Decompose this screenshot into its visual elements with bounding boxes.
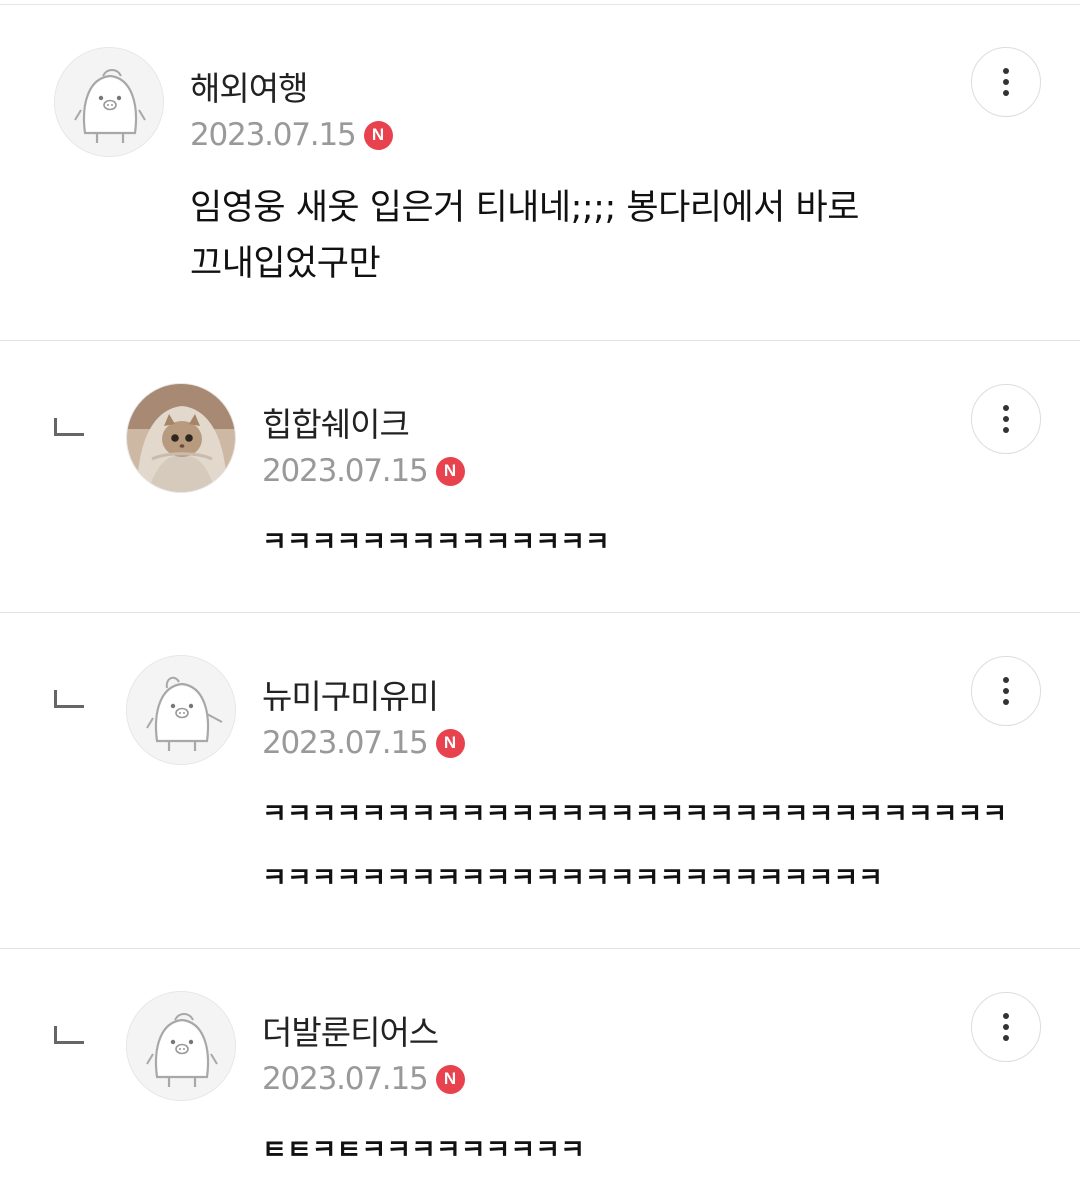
reply-arrow-icon	[54, 418, 84, 436]
more-dot-icon	[1003, 1035, 1009, 1041]
cat-photo	[127, 384, 235, 492]
date-row: 2023.07.15 N	[262, 453, 465, 489]
nickname[interactable]: 더발룬티어스	[262, 1006, 439, 1054]
more-dot-icon	[1003, 1024, 1009, 1030]
more-options-button[interactable]	[971, 384, 1041, 454]
new-badge: N	[435, 728, 465, 758]
comment-line: 임영웅 새옷 입은거 티내네;;;; 봉다리에서 바로	[190, 188, 859, 228]
nickname[interactable]: 뉴미구미유미	[262, 670, 439, 718]
comment-line: ㅋㅋㅋㅋㅋㅋㅋㅋㅋㅋㅋㅋㅋㅋ	[262, 527, 610, 558]
penguin-icon	[127, 656, 235, 764]
reply-item: 힙합쉐이크 2023.07.15 N ㅋㅋㅋㅋㅋㅋㅋㅋㅋㅋㅋㅋㅋㅋ	[0, 341, 1080, 613]
comment-line: 끄내입었구만	[190, 244, 381, 284]
more-dot-icon	[1003, 79, 1009, 85]
comment-date: 2023.07.15	[262, 453, 429, 489]
date-row: 2023.07.15 N	[262, 725, 465, 761]
more-dot-icon	[1003, 677, 1009, 683]
more-dot-icon	[1003, 688, 1009, 694]
date-row: 2023.07.15 N	[190, 117, 393, 153]
comment-date: 2023.07.15	[262, 1061, 429, 1097]
comment-line: ㅋㅋㅋㅋㅋㅋㅋㅋㅋㅋㅋㅋㅋㅋㅋㅋㅋㅋㅋㅋㅋㅋㅋㅋㅋ	[262, 863, 883, 894]
more-dot-icon	[1003, 68, 1009, 74]
more-dot-icon	[1003, 699, 1009, 705]
comment-line: ㅋㅋㅋㅋㅋㅋㅋㅋㅋㅋㅋㅋㅋㅋㅋㅋㅋㅋㅋㅋㅋㅋㅋㅋㅋㅋㅋㅋㅋㅋ	[262, 799, 1008, 830]
comment-text: 임영웅 새옷 입은거 티내네;;;; 봉다리에서 바로 끄내입었구만	[190, 180, 859, 292]
reply-item: 더발룬티어스 2023.07.15 N ㅌㅌㅋㅌㅋㅋㅋㅋㅋㅋㅋㅋㅋ	[0, 949, 1080, 1189]
new-badge: N	[435, 456, 465, 486]
more-options-button[interactable]	[971, 47, 1041, 117]
penguin-icon	[127, 992, 235, 1100]
penguin-icon	[55, 48, 163, 156]
comment-line: ㅌㅌㅋㅌㅋㅋㅋㅋㅋㅋㅋㅋㅋ	[262, 1135, 585, 1166]
more-dot-icon	[1003, 416, 1009, 422]
comment-thread: 해외여행 2023.07.15 N 임영웅 새옷 입은거 티내네;;;; 봉다리…	[0, 0, 1080, 1189]
comment-text: ㅋㅋㅋㅋㅋㅋㅋㅋㅋㅋㅋㅋㅋㅋㅋㅋㅋㅋㅋㅋㅋㅋㅋㅋㅋㅋㅋㅋㅋㅋ ㅋㅋㅋㅋㅋㅋㅋㅋㅋ…	[262, 783, 1007, 911]
avatar[interactable]	[126, 655, 236, 765]
more-dot-icon	[1003, 1013, 1009, 1019]
nickname[interactable]: 해외여행	[190, 62, 308, 110]
avatar[interactable]	[126, 383, 236, 493]
more-dot-icon	[1003, 405, 1009, 411]
more-dot-icon	[1003, 427, 1009, 433]
reply-item: 뉴미구미유미 2023.07.15 N ㅋㅋㅋㅋㅋㅋㅋㅋㅋㅋㅋㅋㅋㅋㅋㅋㅋㅋㅋㅋ…	[0, 613, 1080, 949]
reply-arrow-icon	[54, 1026, 84, 1044]
comment-item: 해외여행 2023.07.15 N 임영웅 새옷 입은거 티내네;;;; 봉다리…	[0, 0, 1080, 341]
new-badge: N	[363, 120, 393, 150]
new-badge: N	[435, 1064, 465, 1094]
more-options-button[interactable]	[971, 992, 1041, 1062]
comment-text: ㅋㅋㅋㅋㅋㅋㅋㅋㅋㅋㅋㅋㅋㅋ	[262, 511, 610, 575]
nickname[interactable]: 힙합쉐이크	[262, 398, 410, 446]
reply-arrow-icon	[54, 690, 84, 708]
date-row: 2023.07.15 N	[262, 1061, 465, 1097]
more-dot-icon	[1003, 90, 1009, 96]
avatar[interactable]	[126, 991, 236, 1101]
avatar[interactable]	[54, 47, 164, 157]
comment-text: ㅌㅌㅋㅌㅋㅋㅋㅋㅋㅋㅋㅋㅋ	[262, 1119, 585, 1183]
more-options-button[interactable]	[971, 656, 1041, 726]
comment-date: 2023.07.15	[262, 725, 429, 761]
comment-date: 2023.07.15	[190, 117, 357, 153]
